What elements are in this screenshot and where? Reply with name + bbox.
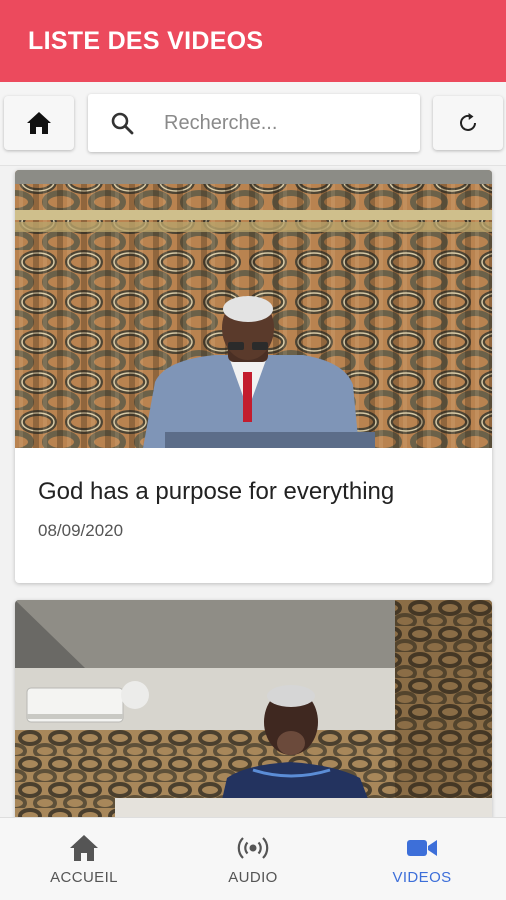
video-thumbnail[interactable] <box>15 600 492 817</box>
nav-item-audio[interactable]: AUDIO <box>169 818 337 900</box>
video-title[interactable]: God has a purpose for everything <box>38 478 394 506</box>
nav-item-accueil[interactable]: ACCUEIL <box>0 818 168 900</box>
nav-label-videos: VIDEOS <box>392 869 452 886</box>
app-header: LISTE DES VIDEOS <box>0 0 506 82</box>
refresh-button[interactable] <box>433 96 503 150</box>
home-icon <box>70 835 98 861</box>
video-card[interactable]: God has a purpose for everything 08/09/2… <box>15 170 492 583</box>
video-card[interactable] <box>15 600 492 817</box>
nav-label-accueil: ACCUEIL <box>50 869 118 886</box>
search-input[interactable] <box>164 103 404 143</box>
nav-label-audio: AUDIO <box>228 869 278 886</box>
video-thumbnail[interactable] <box>15 170 492 448</box>
toolbar <box>0 82 506 166</box>
video-list[interactable]: God has a purpose for everything 08/09/2… <box>0 167 506 817</box>
refresh-icon <box>460 113 476 131</box>
video-camera-icon <box>407 840 437 856</box>
broadcast-icon <box>237 837 269 859</box>
home-button[interactable] <box>4 96 74 150</box>
nav-item-videos[interactable]: VIDEOS <box>338 818 506 900</box>
search-bar[interactable] <box>88 94 420 152</box>
search-icon <box>111 112 134 135</box>
video-date: 08/09/2020 <box>38 521 124 540</box>
home-icon <box>27 112 51 134</box>
bottom-navigation: ACCUEIL AUDIO VIDEOS <box>0 817 506 900</box>
page-title: LISTE DES VIDEOS <box>28 26 264 55</box>
